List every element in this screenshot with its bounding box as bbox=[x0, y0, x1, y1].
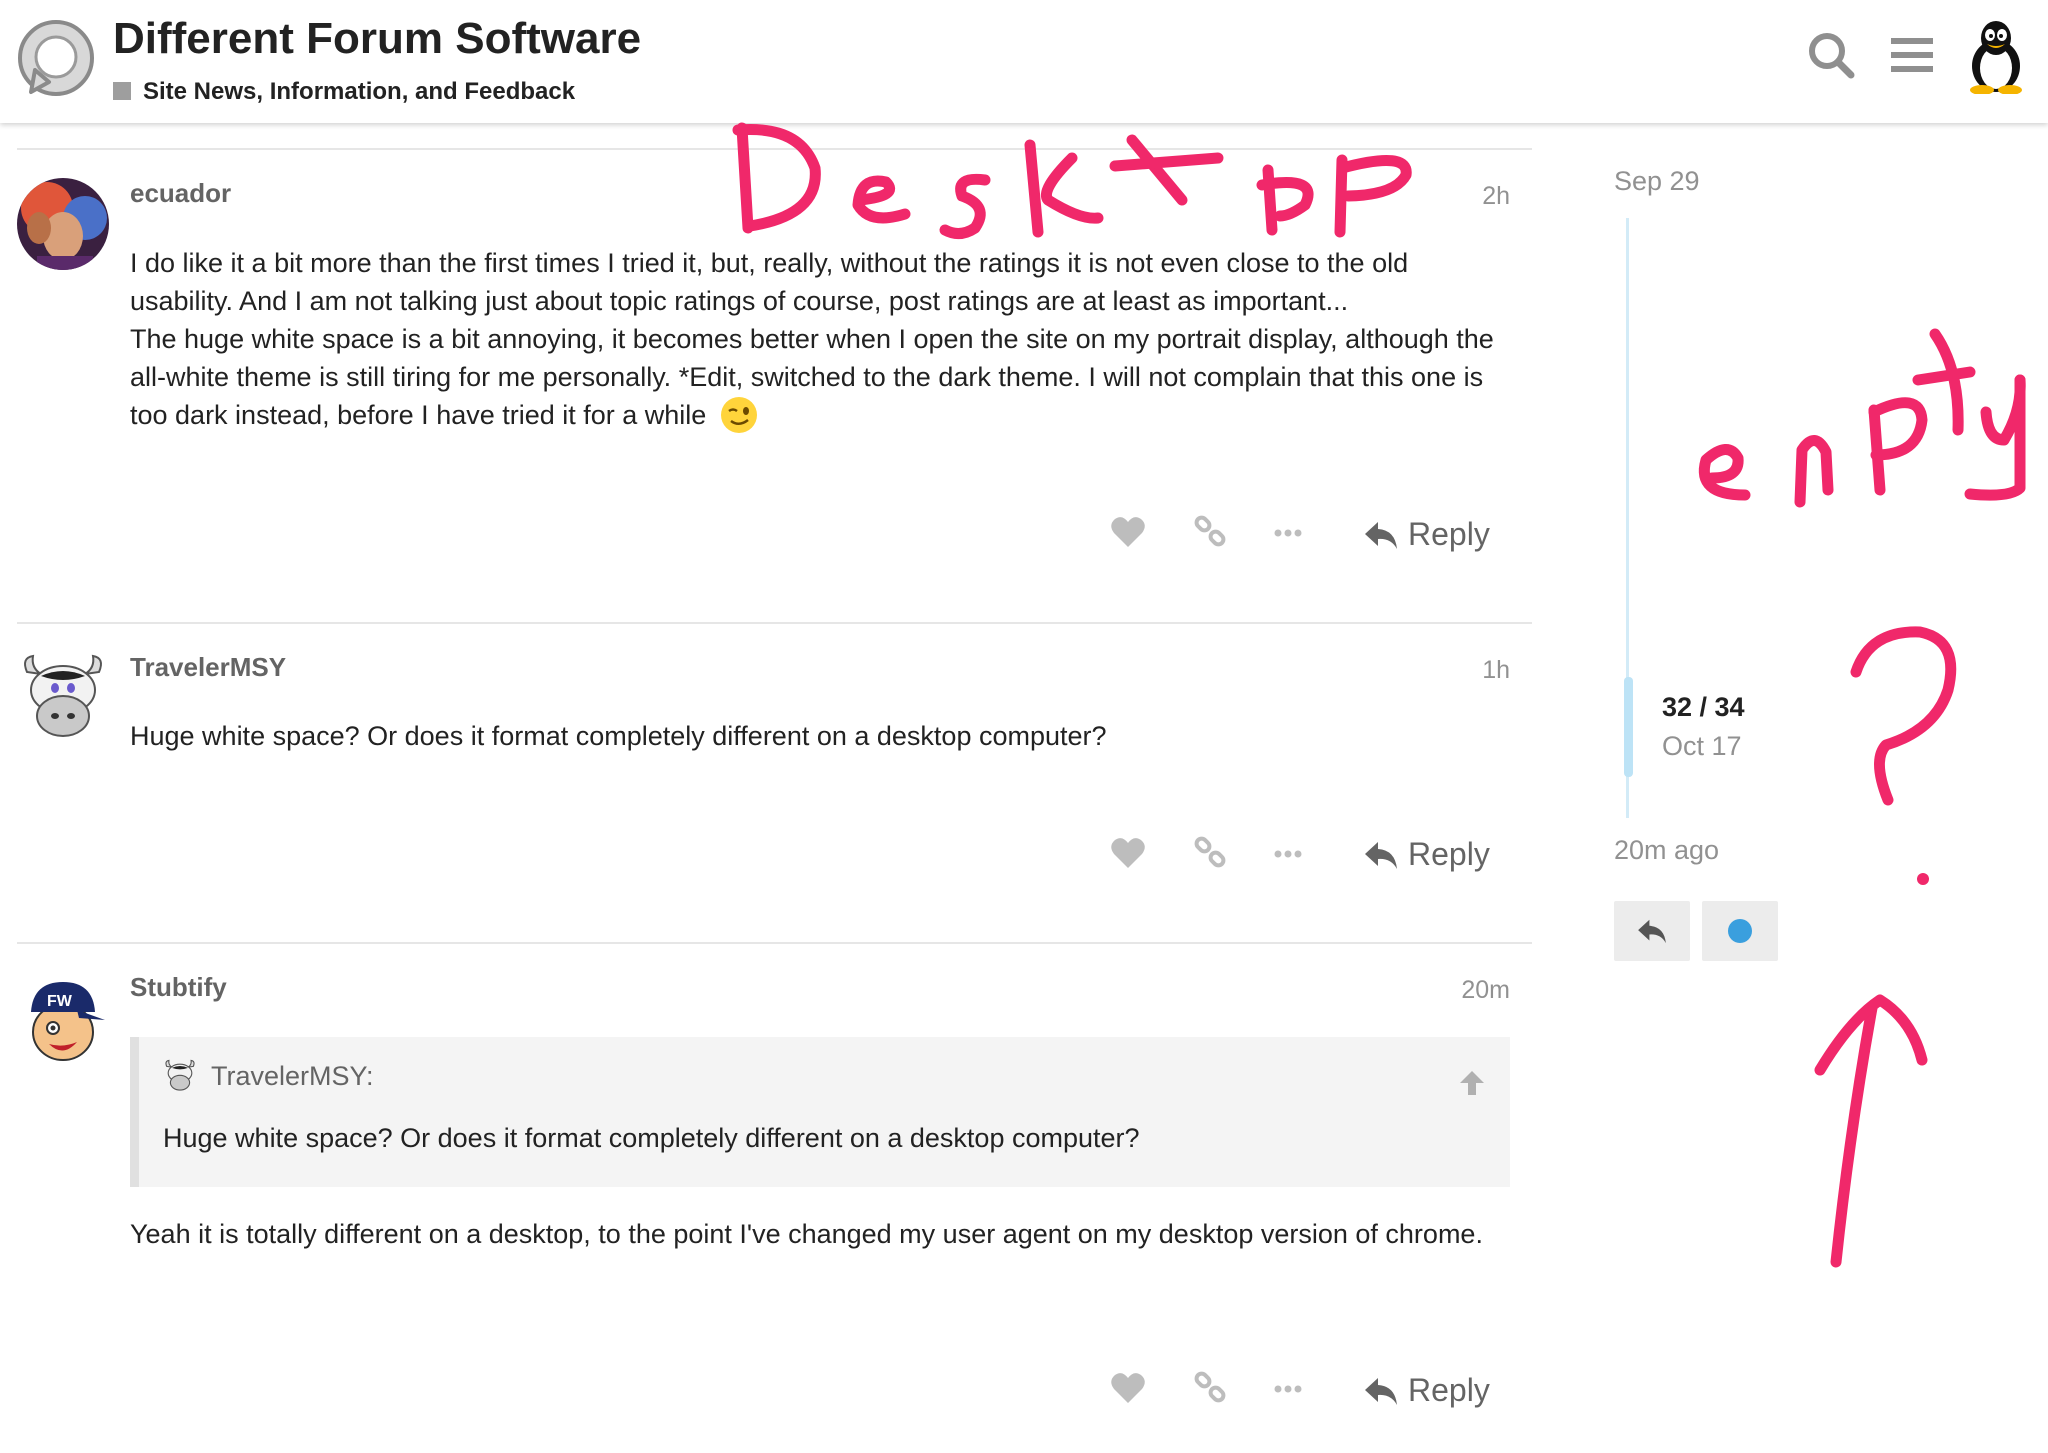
annotation-dot bbox=[1917, 873, 1929, 885]
post-timestamp[interactable]: 20m bbox=[1390, 976, 1510, 1005]
post-divider bbox=[17, 942, 1532, 944]
like-heart-icon[interactable] bbox=[1110, 1371, 1146, 1405]
post-timestamp[interactable]: 1h bbox=[1390, 656, 1510, 685]
reply-arrow-icon bbox=[1638, 919, 1666, 944]
cartoon-avatar-image: FW bbox=[31, 982, 105, 1061]
annotation-stroke bbox=[1830, 1002, 1878, 1268]
annotation-stroke bbox=[1698, 444, 1751, 501]
share-link-icon[interactable] bbox=[1194, 1371, 1226, 1403]
annotation-stroke bbox=[1980, 374, 2026, 446]
post-paragraph: Huge white space? Or does it format comp… bbox=[130, 721, 1107, 751]
annotation-stroke bbox=[1964, 374, 2026, 501]
like-heart-icon[interactable] bbox=[1110, 515, 1146, 549]
post-username[interactable]: ecuador bbox=[130, 178, 231, 209]
avatar-stubtify[interactable]: FW bbox=[17, 972, 109, 1064]
more-options-icon[interactable] bbox=[1274, 529, 1302, 537]
annotation-stroke bbox=[732, 123, 821, 232]
timeline-last-activity[interactable]: 20m ago bbox=[1614, 835, 1719, 866]
post-username[interactable]: TravelerMSY bbox=[130, 652, 286, 683]
annotation-stroke bbox=[1262, 164, 1278, 236]
annotation-stroke bbox=[1912, 366, 1976, 386]
avatar-ecuador[interactable] bbox=[17, 178, 109, 270]
site-title[interactable]: Different Forum Software bbox=[113, 14, 641, 64]
more-options-icon[interactable] bbox=[1274, 1385, 1302, 1393]
reply-button[interactable]: Reply bbox=[1364, 836, 1490, 873]
post-content: Huge white space? Or does it format comp… bbox=[130, 717, 1510, 755]
annotation-stroke bbox=[1334, 154, 1348, 238]
category-color-swatch bbox=[113, 82, 131, 100]
timeline-reply-button[interactable] bbox=[1614, 901, 1690, 961]
quote-author-avatar bbox=[165, 1059, 195, 1091]
timeline-current-date: Oct 17 bbox=[1662, 731, 1742, 761]
annotation-stroke bbox=[1868, 404, 1886, 496]
share-link-icon[interactable] bbox=[1194, 836, 1226, 868]
reply-button[interactable]: Reply bbox=[1364, 1372, 1490, 1409]
expand-quote-up-arrow-icon[interactable] bbox=[1458, 1069, 1486, 1097]
annotation-stroke bbox=[1929, 328, 1964, 436]
more-options-icon[interactable] bbox=[1274, 850, 1302, 858]
reply-label: Reply bbox=[1408, 516, 1490, 552]
tracking-dot-icon bbox=[1728, 919, 1752, 943]
post-paragraph: I do like it a bit more than the first t… bbox=[130, 248, 1409, 316]
reply-arrow-icon bbox=[1365, 521, 1397, 549]
annotation-stroke bbox=[1814, 994, 1928, 1076]
share-link-icon[interactable] bbox=[1194, 515, 1226, 547]
reply-label: Reply bbox=[1408, 1372, 1490, 1408]
annotation-stroke bbox=[1109, 152, 1224, 172]
annotation-stroke bbox=[852, 175, 911, 224]
annotation-stroke bbox=[736, 122, 754, 234]
discourse-logo-icon[interactable] bbox=[15, 18, 97, 100]
post-content: Yeah it is totally different on a deskto… bbox=[130, 1215, 1510, 1253]
quote-header[interactable]: TravelerMSY: bbox=[163, 1059, 374, 1093]
post-content: I do like it a bit more than the first t… bbox=[130, 244, 1510, 434]
reply-label: Reply bbox=[1408, 836, 1490, 872]
annotation-stroke bbox=[1041, 152, 1104, 224]
user-avatar-tux[interactable] bbox=[1960, 18, 2032, 94]
avatar-travelermsy[interactable] bbox=[17, 652, 109, 744]
post-divider bbox=[17, 148, 1532, 150]
post-divider bbox=[17, 622, 1532, 624]
reply-arrow-icon bbox=[1365, 1377, 1397, 1405]
annotation-stroke bbox=[1850, 626, 1957, 806]
reply-button[interactable]: Reply bbox=[1364, 516, 1490, 553]
reply-arrow-icon bbox=[1365, 841, 1397, 869]
timeline-scroll-handle[interactable] bbox=[1624, 677, 1633, 777]
annotation-stroke bbox=[939, 173, 991, 239]
quote-author: TravelerMSY: bbox=[211, 1060, 374, 1091]
search-icon[interactable] bbox=[1806, 30, 1856, 80]
annotation-stroke bbox=[1024, 139, 1044, 238]
category-label: Site News, Information, and Feedback bbox=[143, 78, 576, 105]
timeline-post-position: 32 / 34 bbox=[1662, 692, 1745, 722]
timeline-start-date[interactable]: Sep 29 bbox=[1614, 166, 1700, 197]
quote-text: Huge white space? Or does it format comp… bbox=[163, 1123, 1140, 1153]
cow-avatar-image bbox=[24, 654, 102, 737]
category-badge[interactable]: Site News, Information, and Feedback bbox=[113, 78, 575, 106]
svg-text:FW: FW bbox=[47, 993, 73, 1010]
annotation-stroke bbox=[1794, 435, 1834, 508]
site-header: Different Forum Software Site News, Info… bbox=[0, 0, 2048, 123]
annotation-stroke bbox=[1868, 397, 1928, 461]
timeline-notification-button[interactable] bbox=[1702, 901, 1778, 961]
post-timestamp[interactable]: 2h bbox=[1390, 182, 1510, 211]
post-paragraph: Yeah it is totally different on a deskto… bbox=[130, 1219, 1483, 1249]
annotation-stroke bbox=[1256, 177, 1314, 222]
post-paragraph: The huge white space is a bit annoying, … bbox=[130, 320, 1510, 434]
wink-emoji-icon bbox=[720, 397, 757, 433]
post-username[interactable]: Stubtify bbox=[130, 972, 227, 1003]
post-paragraph-text: The huge white space is a bit annoying, … bbox=[130, 324, 1494, 430]
avatar-image bbox=[17, 178, 109, 270]
post-quote: TravelerMSY: Huge white space? Or does i… bbox=[130, 1037, 1510, 1187]
like-heart-icon[interactable] bbox=[1110, 836, 1146, 870]
hamburger-menu-icon[interactable] bbox=[1887, 30, 1937, 80]
